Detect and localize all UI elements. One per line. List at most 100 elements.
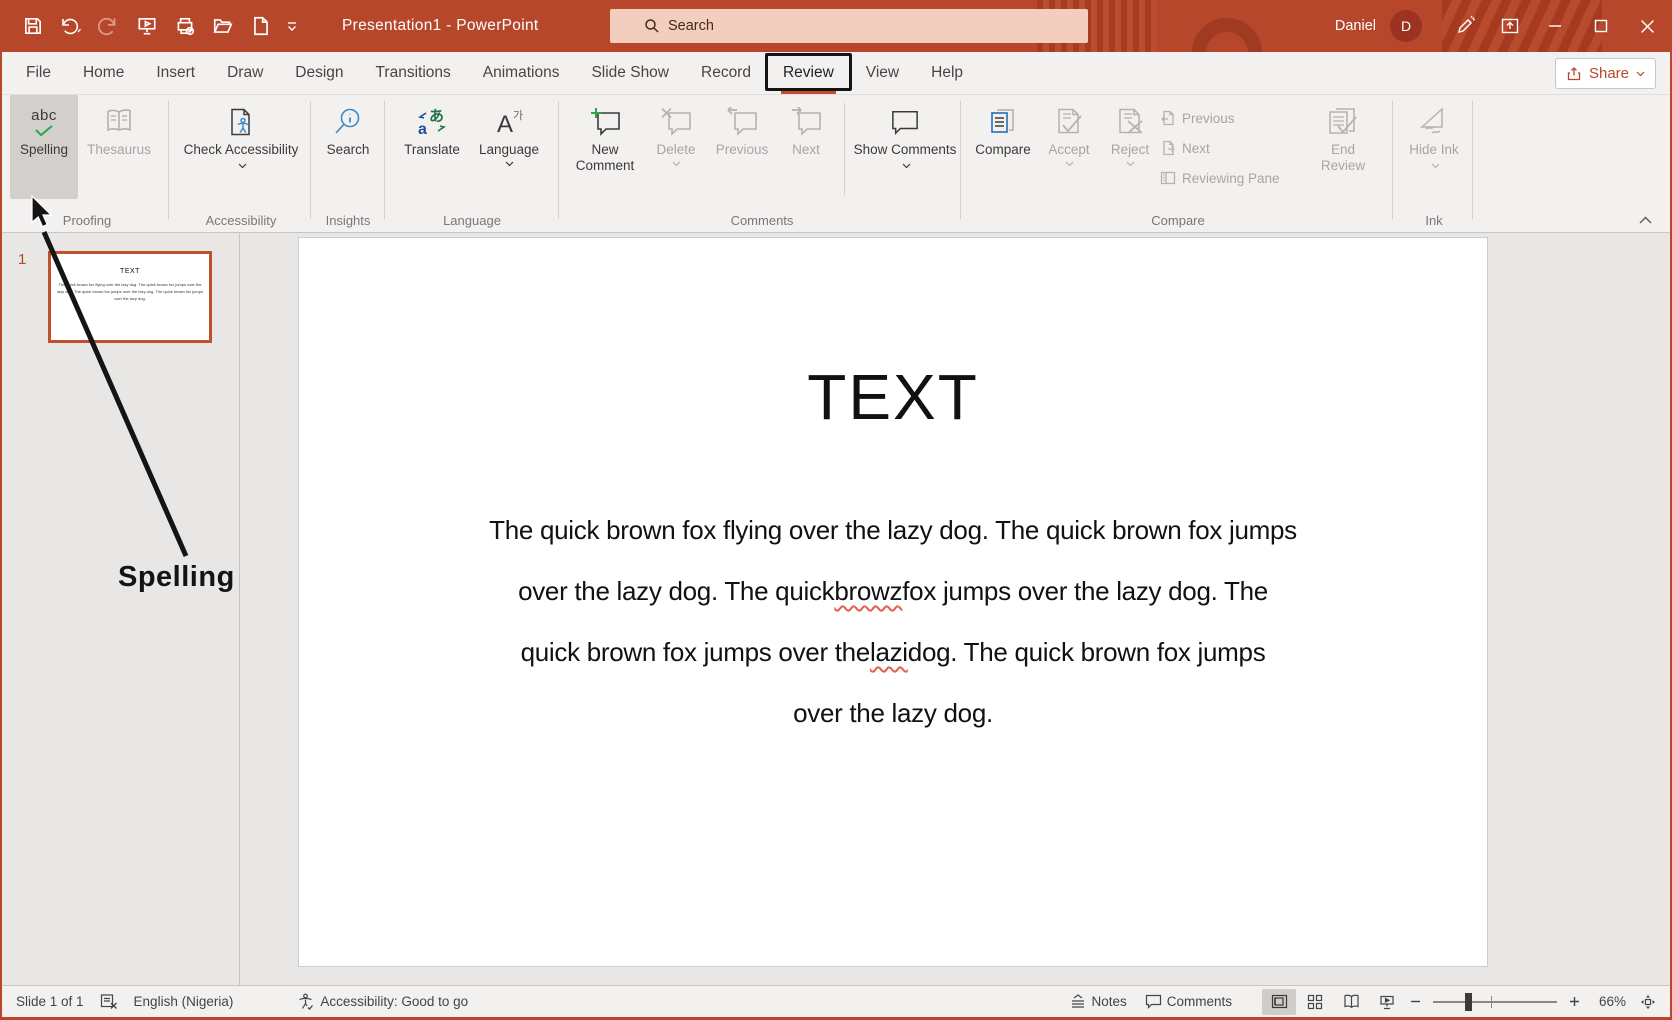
group-label-language: Language <box>392 213 552 228</box>
thesaurus-button[interactable]: Thesaurus <box>78 95 160 199</box>
tab-transitions[interactable]: Transitions <box>360 52 467 94</box>
reject-change-button[interactable]: Reject <box>1100 95 1160 199</box>
maximize-button[interactable] <box>1578 0 1624 52</box>
start-slideshow-icon[interactable] <box>130 9 164 43</box>
tab-draw[interactable]: Draw <box>211 52 279 94</box>
body-line: quick brown fox jumps over the lazi dog.… <box>299 622 1487 683</box>
previous-comment-button[interactable]: Previous <box>708 95 776 199</box>
translate-icon: あa <box>416 102 448 142</box>
chevron-down-icon <box>505 161 514 167</box>
group-label-ink: Ink <box>1398 213 1470 228</box>
smart-search-button[interactable]: Search <box>317 95 379 199</box>
group-label-accessibility: Accessibility <box>178 213 304 228</box>
slide-indicator[interactable]: Slide 1 of 1 <box>2 994 92 1009</box>
search-input[interactable]: Search <box>610 9 1088 43</box>
accessibility-status[interactable]: Accessibility: Good to go <box>289 993 476 1010</box>
minimize-button[interactable] <box>1532 0 1578 52</box>
slide-title[interactable]: TEXT <box>299 360 1487 434</box>
thesaurus-icon <box>103 102 135 142</box>
new-comment-button[interactable]: New Comment <box>566 95 644 199</box>
avatar[interactable]: D <box>1390 10 1422 42</box>
reviewing-pane-button[interactable]: Reviewing Pane <box>1160 165 1310 191</box>
language-status[interactable]: English (Nigeria) <box>126 994 242 1009</box>
hide-ink-button[interactable]: Hide Ink <box>1402 95 1466 199</box>
tab-record[interactable]: Record <box>685 52 767 94</box>
share-button[interactable]: Share <box>1555 58 1656 89</box>
check-accessibility-button[interactable]: Check Accessibility <box>181 95 301 199</box>
save-icon[interactable] <box>16 9 50 43</box>
group-divider <box>1472 101 1473 219</box>
search-icon <box>644 18 660 34</box>
user-name[interactable]: Daniel <box>1335 18 1376 34</box>
compare-button[interactable]: Compare <box>968 95 1038 199</box>
group-language: あa Translate A가 Language Language <box>392 95 552 233</box>
reading-view-button[interactable] <box>1334 989 1368 1015</box>
zoom-slider-handle[interactable] <box>1465 993 1472 1011</box>
next-change-button[interactable]: Next <box>1160 135 1310 161</box>
coming-soon-icon[interactable] <box>1444 0 1488 52</box>
undo-icon[interactable] <box>54 9 88 43</box>
delete-comment-button[interactable]: Delete <box>644 95 708 199</box>
normal-view-button[interactable] <box>1262 989 1296 1015</box>
notes-button[interactable]: Notes <box>1062 989 1134 1015</box>
tab-slide-show[interactable]: Slide Show <box>575 52 685 94</box>
body-line: over the lazy dog. <box>299 683 1487 744</box>
previous-change-button[interactable]: Previous <box>1160 105 1310 131</box>
tab-design[interactable]: Design <box>279 52 359 94</box>
group-insights: Search Insights <box>316 95 380 233</box>
slideshow-view-button[interactable] <box>1370 989 1404 1015</box>
slide-sorter-view-button[interactable] <box>1298 989 1332 1015</box>
accept-change-button[interactable]: Accept <box>1038 95 1100 199</box>
slide-body-textbox[interactable]: The quick brown fox flying over the lazy… <box>299 500 1487 744</box>
delete-comment-icon <box>659 102 693 142</box>
slide-1[interactable]: TEXT The quick brown fox flying over the… <box>298 237 1488 967</box>
tab-home[interactable]: Home <box>67 52 140 94</box>
chevron-down-icon <box>1126 161 1135 167</box>
notes-icon <box>1070 994 1086 1009</box>
svg-text:あ: あ <box>429 108 444 125</box>
spelling-button[interactable]: abc Spelling <box>10 95 78 199</box>
close-button[interactable] <box>1624 0 1670 52</box>
ribbon-display-options-icon[interactable] <box>1488 0 1532 52</box>
open-icon[interactable] <box>206 9 240 43</box>
new-file-icon[interactable] <box>244 9 278 43</box>
tab-file[interactable]: File <box>10 52 67 94</box>
quick-print-icon[interactable] <box>168 9 202 43</box>
slide-number: 1 <box>18 251 26 268</box>
next-change-icon <box>1160 140 1176 156</box>
tab-help[interactable]: Help <box>915 52 979 94</box>
search-insights-icon <box>333 102 363 142</box>
reject-icon <box>1114 102 1146 142</box>
misspelled-word: browz <box>834 576 902 607</box>
next-comment-button[interactable]: Next <box>776 95 836 199</box>
tab-insert[interactable]: Insert <box>140 52 211 94</box>
comments-icon <box>1145 994 1162 1009</box>
ribbon-tab-row: File Home Insert Draw Design Transitions… <box>2 52 1670 95</box>
zoom-slider[interactable] <box>1433 1001 1557 1003</box>
group-label-compare: Compare <box>968 213 1388 228</box>
redo-icon[interactable] <box>92 9 126 43</box>
slide-canvas: TEXT The quick brown fox flying over the… <box>240 233 1670 985</box>
tab-view[interactable]: View <box>850 52 915 94</box>
group-comments: New Comment Delete Previous <box>566 95 958 233</box>
zoom-out-button[interactable] <box>1406 989 1425 1015</box>
group-proofing: abc Spelling Thesaurus Proofing <box>10 95 164 233</box>
new-comment-icon <box>588 102 622 142</box>
zoom-level[interactable]: 66% <box>1586 994 1626 1009</box>
group-accessibility: Check Accessibility Accessibility <box>178 95 304 233</box>
fit-slide-to-window-button[interactable] <box>1634 989 1662 1015</box>
comments-button[interactable]: Comments <box>1137 989 1240 1015</box>
show-comments-button[interactable]: Show Comments <box>853 95 957 199</box>
annotation-label-spelling: Spelling <box>118 561 235 594</box>
customize-qat-icon[interactable] <box>282 9 302 43</box>
language-button[interactable]: A가 Language <box>469 95 549 199</box>
tab-animations[interactable]: Animations <box>467 52 576 94</box>
collapse-ribbon-button[interactable] <box>1639 216 1652 224</box>
tab-review[interactable]: Review <box>767 52 850 94</box>
slide-thumbnail[interactable]: TEXT The quick brown fox flying over the… <box>48 251 212 343</box>
zoom-in-button[interactable] <box>1565 989 1584 1015</box>
end-review-button[interactable]: End Review <box>1310 95 1376 199</box>
end-review-icon <box>1326 102 1360 142</box>
translate-button[interactable]: あa Translate <box>395 95 469 199</box>
spell-check-status-icon[interactable] <box>92 993 126 1010</box>
